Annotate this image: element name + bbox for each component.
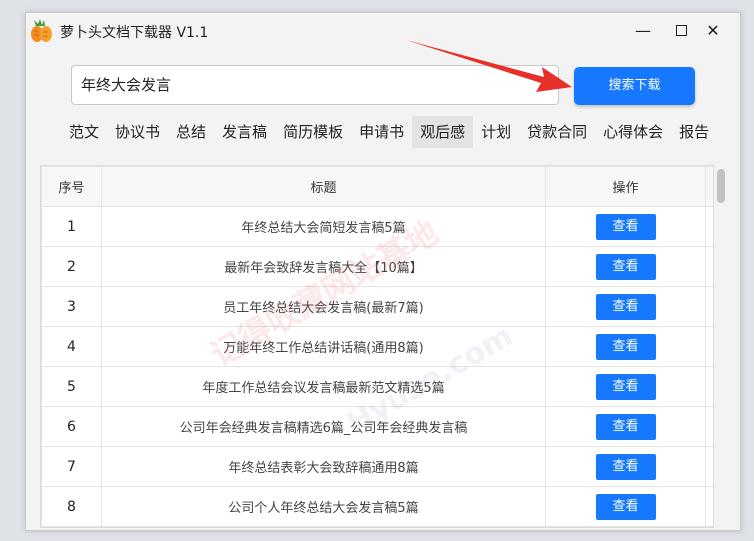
table-row: 2 最新年会致辞发言稿大全【10篇】 查看 <box>41 246 713 287</box>
row-spacer <box>705 326 713 367</box>
row-index: 5 <box>41 366 102 407</box>
row-title: 最新年会致辞发言稿大全【10篇】 <box>101 246 546 287</box>
category-tab-active[interactable]: 观后感 <box>412 116 474 148</box>
view-button[interactable]: 查看 <box>595 373 656 400</box>
row-action: 查看 <box>545 206 706 247</box>
category-tab[interactable]: 报告 <box>671 116 717 148</box>
row-title: 年终总结大会简短发言稿5篇 <box>101 206 546 247</box>
window-title: 萝卜头文档下载器 V1.1 <box>60 25 209 41</box>
view-button[interactable]: 查看 <box>595 493 656 520</box>
category-tab[interactable]: 协议书 <box>107 116 168 148</box>
row-index: 2 <box>41 246 102 287</box>
category-bar: 范文 协议书 总结 发言稿 简历模板 申请书 观后感 计划 贷款合同 心得体会 … <box>61 116 717 148</box>
category-tab[interactable]: 贷款合同 <box>519 116 595 148</box>
header-action: 操作 <box>545 166 706 207</box>
table-row: 5 年度工作总结会议发言稿最新范文精选5篇 查看 <box>41 366 713 407</box>
category-tab[interactable]: 计划 <box>473 116 519 148</box>
view-button[interactable]: 查看 <box>595 293 656 320</box>
row-spacer <box>705 446 713 487</box>
row-action: 查看 <box>545 286 706 327</box>
row-action: 查看 <box>545 366 706 407</box>
category-tab[interactable]: 简历模板 <box>275 116 351 148</box>
red-arrow-annotation <box>406 40 572 92</box>
app-window: 萝卜头文档下载器 V1.1 — ✕ 年终大会发言 搜索下载 范文 协议书 总结 … <box>25 12 741 531</box>
category-tab[interactable]: 范文 <box>61 116 107 148</box>
row-title: 公司年会经典发言稿精选6篇_公司年会经典发言稿 <box>101 406 546 447</box>
row-title: 年度工作总结会议发言稿最新范文精选5篇 <box>101 366 546 407</box>
row-title: 公司个人年终总结大会发言稿5篇 <box>101 486 546 527</box>
row-action: 查看 <box>545 486 706 527</box>
scrollbar-thumb[interactable] <box>717 169 725 203</box>
category-tab[interactable]: 总结 <box>168 116 214 148</box>
view-button[interactable]: 查看 <box>595 253 656 280</box>
row-action: 查看 <box>545 326 706 367</box>
row-action: 查看 <box>545 446 706 487</box>
search-download-button[interactable]: 搜索下载 <box>574 67 695 105</box>
row-action: 查看 <box>545 246 706 287</box>
category-tab[interactable]: 发言稿 <box>214 116 275 148</box>
table-row: 4 万能年终工作总结讲话稿(通用8篇) 查看 <box>41 326 713 367</box>
row-title: 年终总结表彰大会致辞稿通用8篇 <box>101 446 546 487</box>
title-bar[interactable]: 萝卜头文档下载器 V1.1 — ✕ <box>26 13 740 50</box>
row-title: 万能年终工作总结讲话稿(通用8篇) <box>101 326 546 367</box>
row-action: 查看 <box>545 406 706 447</box>
row-index: 4 <box>41 326 102 367</box>
view-button[interactable]: 查看 <box>595 333 656 360</box>
row-spacer <box>705 406 713 447</box>
maximize-icon <box>675 25 687 36</box>
row-index: 7 <box>41 446 102 487</box>
view-button[interactable]: 查看 <box>595 213 656 240</box>
row-index: 8 <box>41 486 102 527</box>
close-button[interactable]: ✕ <box>703 21 723 41</box>
row-title: 员工年终总结大会发言稿(最新7篇) <box>101 286 546 327</box>
maximize-button[interactable] <box>671 21 691 41</box>
header-spacer <box>705 166 713 207</box>
carrot-icon <box>31 19 52 42</box>
row-spacer <box>705 206 713 247</box>
category-tab[interactable]: 心得体会 <box>595 116 671 148</box>
table-row: 7 年终总结表彰大会致辞稿通用8篇 查看 <box>41 446 713 487</box>
results-table: 序号 标题 操作 1 年终总结大会简短发言稿5篇 查看 2 最新年会致辞发言稿大… <box>40 165 714 528</box>
row-spacer <box>705 286 713 327</box>
view-button[interactable]: 查看 <box>595 413 656 440</box>
table-header-row: 序号 标题 操作 <box>41 166 713 207</box>
table-row: 3 员工年终总结大会发言稿(最新7篇) 查看 <box>41 286 713 327</box>
table-row: 1 年终总结大会简短发言稿5篇 查看 <box>41 206 713 247</box>
view-button[interactable]: 查看 <box>595 453 656 480</box>
category-tab[interactable]: 申请书 <box>351 116 412 148</box>
row-index: 6 <box>41 406 102 447</box>
row-index: 1 <box>41 206 102 247</box>
header-index: 序号 <box>41 166 102 207</box>
table-row: 6 公司年会经典发言稿精选6篇_公司年会经典发言稿 查看 <box>41 406 713 447</box>
row-index: 3 <box>41 286 102 327</box>
table-scrollbar[interactable] <box>716 165 726 528</box>
minimize-button[interactable]: — <box>633 21 653 41</box>
row-spacer <box>705 486 713 527</box>
row-spacer <box>705 366 713 407</box>
table-row: 8 公司个人年终总结大会发言稿5篇 查看 <box>41 486 713 527</box>
row-spacer <box>705 246 713 287</box>
header-title: 标题 <box>101 166 546 207</box>
